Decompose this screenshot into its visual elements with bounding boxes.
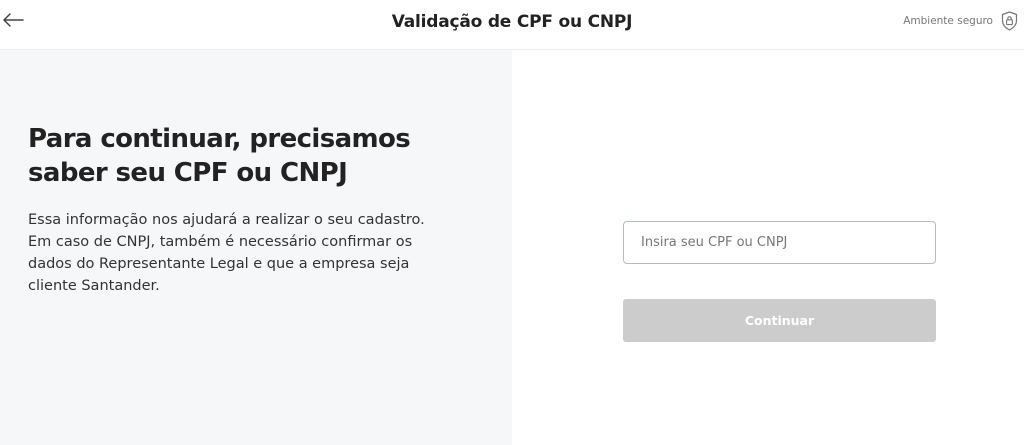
intro-description: Essa informação nos ajudará a realizar o… (28, 212, 425, 294)
secure-environment-label: Ambiente seguro (903, 15, 993, 27)
cpf-cnpj-input[interactable] (623, 221, 936, 264)
page-title: Validação de CPF ou CNPJ (391, 12, 633, 32)
page-header: Validação de CPF ou CNPJ Ambiente seguro (0, 0, 1024, 50)
secure-environment: Ambiente seguro (903, 11, 1018, 31)
continue-button[interactable]: Continuar (623, 299, 936, 342)
intro-title: Para continuar, precisamos saber seu CPF… (28, 124, 411, 188)
lock-shield-icon (1001, 11, 1018, 31)
